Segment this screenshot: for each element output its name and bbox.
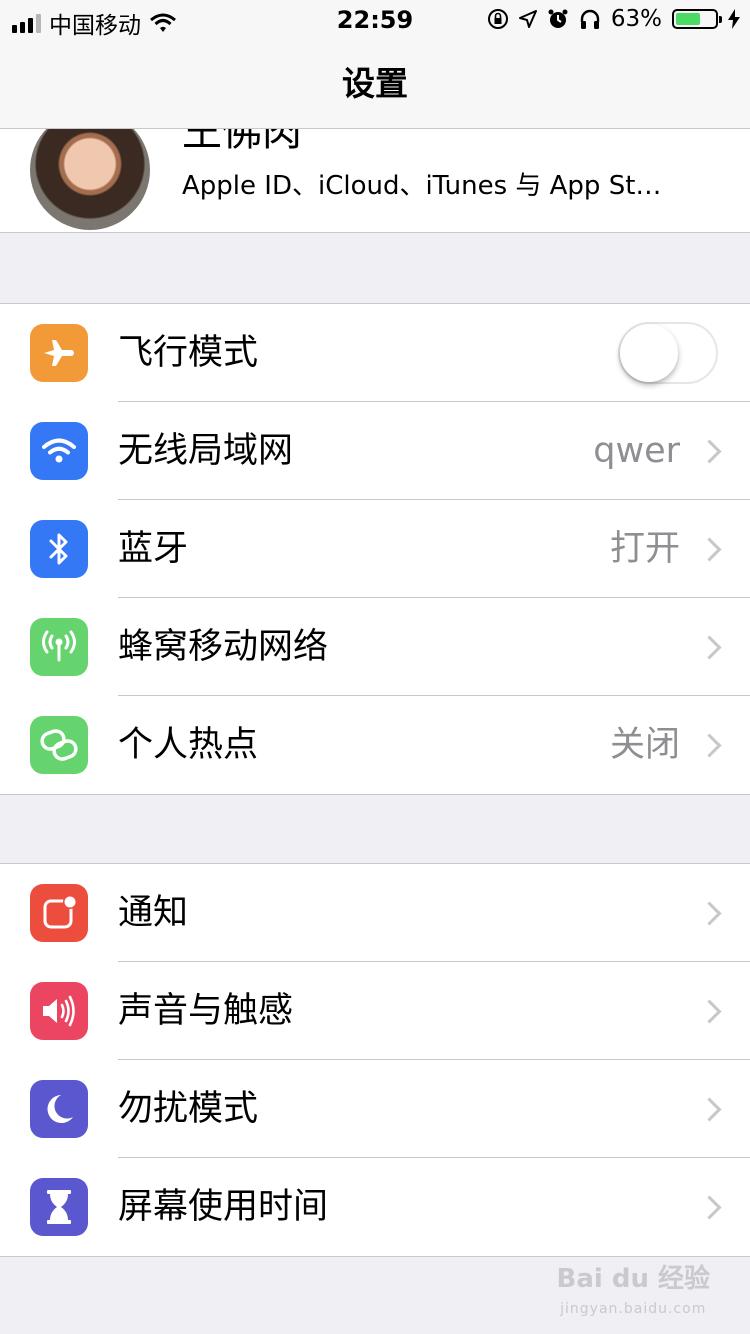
status-right: 63% xyxy=(487,6,740,32)
chevron-right-icon xyxy=(697,999,722,1024)
airplane-mode-toggle[interactable] xyxy=(618,322,718,384)
speaker-icon xyxy=(30,982,88,1040)
settings-label: 通知 xyxy=(118,893,189,933)
settings-label: 勿扰模式 xyxy=(118,1089,259,1129)
wifi-icon xyxy=(30,422,88,480)
settings-label: 声音与触感 xyxy=(118,991,294,1031)
bluetooth-icon xyxy=(30,520,88,578)
settings-row-wifi[interactable]: 无线局域网 qwer xyxy=(0,402,750,500)
settings-row-sounds[interactable]: 声音与触感 xyxy=(0,962,750,1060)
location-icon xyxy=(518,10,537,28)
chevron-right-icon xyxy=(697,901,722,926)
settings-row-bluetooth[interactable]: 蓝牙 打开 xyxy=(0,500,750,598)
profile-subtitle: Apple ID、iCloud、iTunes 与 App St… xyxy=(182,171,662,201)
settings-label: 无线局域网 xyxy=(118,431,294,471)
settings-label: 蜂窝移动网络 xyxy=(118,627,329,667)
chevron-right-icon xyxy=(697,1195,722,1220)
notifications-group: 通知 声音与触感 勿扰模式 屏幕使用时间 xyxy=(0,863,750,1257)
settings-row-notifications[interactable]: 通知 xyxy=(0,864,750,962)
settings-row-do-not-disturb[interactable]: 勿扰模式 xyxy=(0,1060,750,1158)
watermark-url: jingyan.baidu.com xyxy=(560,1301,707,1317)
hotspot-icon xyxy=(30,716,88,774)
connectivity-group: 飞行模式 无线局域网 qwer 蓝牙 打开 蜂窝移动网络 个人热点 关闭 xyxy=(0,303,750,795)
chevron-right-icon xyxy=(697,537,722,562)
settings-value: 关闭 xyxy=(609,725,680,765)
notifications-icon xyxy=(30,884,88,942)
settings-row-cellular[interactable]: 蜂窝移动网络 xyxy=(0,598,750,696)
headphones-icon xyxy=(580,9,600,29)
charging-icon xyxy=(728,9,740,29)
status-bar: 中国移动 22:59 63% xyxy=(0,0,750,40)
alarm-icon xyxy=(548,9,568,28)
battery-fill xyxy=(676,13,700,25)
chevron-right-icon xyxy=(697,1097,722,1122)
airplane-icon xyxy=(30,324,88,382)
battery-icon xyxy=(672,9,722,29)
settings-label: 个人热点 xyxy=(118,725,259,765)
moon-icon xyxy=(30,1080,88,1138)
chevron-right-icon xyxy=(697,439,722,464)
settings-label: 屏幕使用时间 xyxy=(118,1187,329,1227)
navigation-bar: 设置 xyxy=(0,40,750,129)
settings-label: 飞行模式 xyxy=(118,333,259,373)
settings-value: 打开 xyxy=(609,529,680,569)
settings-row-hotspot[interactable]: 个人热点 关闭 xyxy=(0,696,750,794)
settings-row-screen-time[interactable]: 屏幕使用时间 xyxy=(0,1158,750,1256)
antenna-icon xyxy=(30,618,88,676)
battery-percent: 63% xyxy=(610,6,662,32)
hourglass-icon xyxy=(30,1178,88,1236)
settings-row-airplane-mode[interactable]: 飞行模式 xyxy=(0,304,750,402)
chevron-right-icon xyxy=(697,635,722,660)
settings-value: qwer xyxy=(593,431,680,471)
baidu-watermark: Bai du 经验 jingyan.baidu.com xyxy=(557,1264,711,1324)
chevron-right-icon xyxy=(697,733,722,758)
orientation-lock-icon xyxy=(487,9,508,29)
page-title: 设置 xyxy=(342,64,408,103)
settings-label: 蓝牙 xyxy=(118,529,189,569)
watermark-text: Bai du 经验 xyxy=(556,1264,711,1294)
